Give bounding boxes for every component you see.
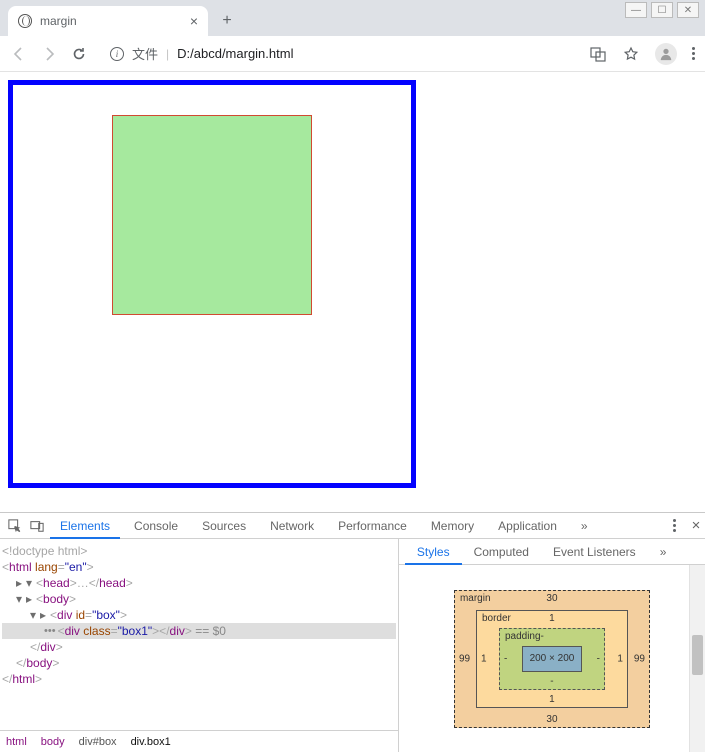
browser-toolbar: i 文件 | D:/abcd/margin.html (0, 36, 705, 72)
devtools-settings-icon[interactable] (665, 517, 683, 535)
bm-margin-right[interactable]: 99 (634, 653, 645, 664)
crumb-body[interactable]: body (41, 736, 65, 748)
bm-border-right[interactable]: 1 (617, 653, 623, 664)
devtools-tab-memory[interactable]: Memory (421, 513, 484, 539)
devtools-tab-application[interactable]: Application (488, 513, 567, 539)
back-button[interactable] (10, 45, 28, 63)
side-tab-styles[interactable]: Styles (405, 539, 462, 565)
tab-title: margin (40, 14, 77, 28)
bm-padding-label: padding- (505, 631, 544, 642)
elements-panel: <!doctype html> <html lang="en"> ▸▾<head… (0, 539, 398, 752)
device-toolbar-icon[interactable] (28, 517, 46, 535)
devtools-tab-sources[interactable]: Sources (192, 513, 256, 539)
outer-box (8, 80, 416, 488)
window-maximize-button[interactable]: ☐ (651, 2, 673, 18)
side-tab-computed[interactable]: Computed (462, 539, 541, 565)
window-minimize-button[interactable]: — (625, 2, 647, 18)
bm-padding-bottom[interactable]: - (500, 676, 604, 687)
devtools-tab-more[interactable]: » (571, 513, 598, 539)
side-tab-events[interactable]: Event Listeners (541, 539, 648, 565)
devtools-close-button[interactable]: × (687, 517, 705, 535)
inner-box1 (112, 115, 312, 315)
elements-breadcrumb: html body div#box div.box1 (0, 730, 398, 752)
bookmark-star-icon[interactable] (622, 45, 640, 63)
address-protocol: 文件 (132, 44, 158, 63)
bm-margin-top[interactable]: 30 (455, 593, 649, 604)
titlebar-controls: — ☐ ✕ (625, 2, 699, 18)
crumb-html[interactable]: html (6, 736, 27, 748)
bm-margin-bottom[interactable]: 30 (455, 714, 649, 725)
info-icon[interactable]: i (110, 47, 124, 61)
chrome-menu-button[interactable] (692, 47, 695, 60)
devtools-tab-performance[interactable]: Performance (328, 513, 417, 539)
styles-sidebar: Styles Computed Event Listeners » margin… (398, 539, 705, 752)
browser-tabstrip: margin × + (0, 0, 705, 36)
devtools-tab-elements[interactable]: Elements (50, 513, 120, 539)
browser-tab[interactable]: margin × (8, 6, 208, 36)
translate-icon[interactable] (589, 45, 607, 63)
devtools: Elements Console Sources Network Perform… (0, 512, 705, 752)
bm-margin-left[interactable]: 99 (459, 653, 470, 664)
page-viewport (0, 72, 705, 512)
globe-icon (18, 14, 32, 28)
bm-border-bottom[interactable]: 1 (477, 694, 627, 705)
bm-content[interactable]: 200 × 200 (522, 646, 582, 672)
box-model-widget: margin 30 30 99 99 border 1 1 1 1 pa (399, 565, 705, 752)
profile-avatar-icon[interactable] (655, 43, 677, 65)
tab-close-button[interactable]: × (190, 13, 198, 29)
window-close-button[interactable]: ✕ (677, 2, 699, 18)
forward-button[interactable] (40, 45, 58, 63)
devtools-tab-console[interactable]: Console (124, 513, 188, 539)
reload-button[interactable] (70, 45, 88, 63)
devtools-tab-network[interactable]: Network (260, 513, 324, 539)
inspect-element-icon[interactable] (6, 517, 24, 535)
bm-padding-left[interactable]: - (504, 653, 507, 664)
address-path: D:/abcd/margin.html (177, 46, 293, 61)
bm-border-left[interactable]: 1 (481, 653, 487, 664)
crumb-box1[interactable]: div.box1 (131, 736, 171, 748)
side-tab-more[interactable]: » (648, 539, 679, 565)
address-bar[interactable]: i 文件 | D:/abcd/margin.html (100, 40, 577, 68)
devtools-main-tabs: Elements Console Sources Network Perform… (0, 513, 705, 539)
new-tab-button[interactable]: + (214, 8, 240, 34)
bm-padding-right[interactable]: - (597, 653, 600, 664)
crumb-box[interactable]: div#box (79, 736, 117, 748)
dom-tree[interactable]: <!doctype html> <html lang="en"> ▸▾<head… (0, 539, 398, 730)
dom-selected-row[interactable]: •••<div class="box1"></div> == $0 (2, 623, 396, 639)
bm-border-top[interactable]: 1 (477, 613, 627, 624)
address-sep: | (166, 47, 169, 61)
styles-sidebar-tabs: Styles Computed Event Listeners » (399, 539, 705, 565)
dom-doctype: <!doctype html> (2, 543, 87, 559)
sidebar-scrollbar[interactable] (689, 565, 705, 752)
